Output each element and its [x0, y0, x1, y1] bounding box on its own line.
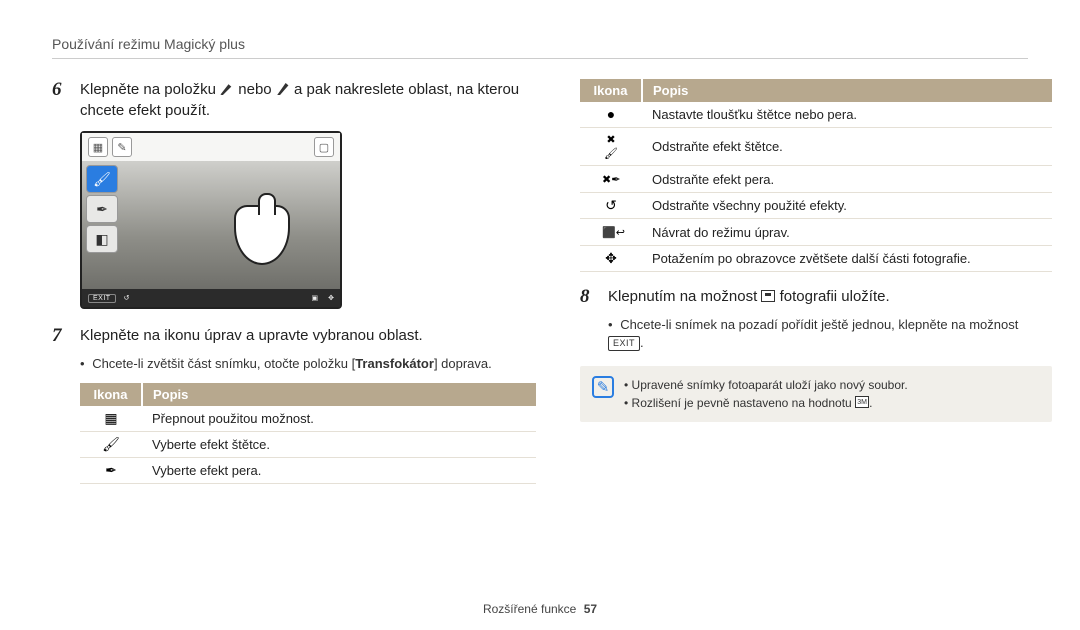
footer-section: Rozšířené funkce	[483, 602, 576, 616]
illustration-sidebar: 🖌 ✒ ◧	[86, 165, 118, 253]
table1-row1-text: Vyberte efekt štětce.	[142, 432, 536, 458]
note-line-2: Rozlišení je pevně nastaveno na hodnotu …	[624, 394, 908, 412]
icon-table-2: Ikona Popis ● Nastavte tloušťku štětce n…	[580, 79, 1052, 272]
switch-icon: ▦	[102, 411, 120, 425]
preview-icon: ▢	[314, 137, 334, 157]
content-columns: 6 Klepněte na položku nebo a pak nakresl…	[52, 79, 1028, 484]
brush-tool-icon: 🖌	[86, 165, 118, 193]
thickness-icon: ●	[602, 107, 620, 121]
resolution-icon	[855, 396, 869, 408]
switch-mode-icon: ▦	[88, 137, 108, 157]
step-6: 6 Klepněte na položku nebo a pak nakresl…	[52, 79, 536, 121]
illustration-scene	[82, 161, 340, 289]
table-row: 🖌 Vyberte efekt štětce.	[80, 432, 536, 458]
table-row: ⬛↩ Návrat do režimu úprav.	[580, 219, 1052, 246]
eraser-tool-icon: ◧	[86, 225, 118, 253]
table-row: ✖🖌 Odstraňte efekt štětce.	[580, 128, 1052, 166]
table-row: ✖✒ Odstraňte efekt pera.	[580, 166, 1052, 193]
brush-icon: 🖌	[102, 437, 120, 451]
table-row: ✒ Vyberte efekt pera.	[80, 458, 536, 484]
illustration-bottombar: EXIT ↺ ▣ ✥	[82, 289, 340, 307]
note-line-1: Upravené snímky fotoaparát uloží jako no…	[624, 376, 908, 394]
bullet8-tail: .	[640, 335, 644, 350]
table2-row0-text: Nastavte tloušťku štětce nebo pera.	[642, 102, 1052, 128]
step-7-text: Klepněte na ikonu úprav a upravte vybran…	[80, 325, 423, 347]
table-row: ✥ Potažením po obrazovce zvětšete další …	[580, 246, 1052, 272]
undo-all-icon: ↺	[602, 198, 620, 212]
step-8-number: 8	[580, 286, 598, 308]
table1-header-desc: Popis	[142, 383, 536, 406]
step-6-text-b: nebo	[238, 81, 271, 98]
move-icon: ✥	[328, 294, 334, 302]
pen-tool-icon: ✒	[86, 195, 118, 223]
table-row: ↺ Odstraňte všechny použité efekty.	[580, 193, 1052, 219]
left-column: 6 Klepněte na položku nebo a pak nakresl…	[52, 79, 536, 484]
table-row: ▦ Přepnout použitou možnost.	[80, 406, 536, 432]
remove-brush-icon: ✖🖌	[602, 133, 620, 147]
screen-illustration: ▦ ✎ ▢ 🖌 ✒ ◧ EXIT ↺ ▣ ✥	[80, 131, 342, 309]
exit-button-label: EXIT	[608, 336, 640, 351]
page-header: Používání režimu Magický plus	[52, 36, 1028, 52]
pen-icon: ✒	[102, 463, 120, 477]
footer-page-number: 57	[584, 602, 597, 616]
step-8-text: Klepnutím na možnost fotografii uložíte.	[608, 286, 890, 308]
table2-row2-text: Odstraňte efekt pera.	[642, 166, 1052, 193]
table1-row2-text: Vyberte efekt pera.	[142, 458, 536, 484]
step-8: 8 Klepnutím na možnost fotografii uložít…	[580, 286, 1052, 308]
table2-header-desc: Popis	[642, 79, 1052, 102]
undo-icon: ↺	[124, 294, 130, 302]
icon-table-1: Ikona Popis ▦ Přepnout použitou možnost.…	[80, 383, 536, 484]
table1-header-icon: Ikona	[80, 383, 142, 406]
illustration-canvas	[82, 161, 340, 289]
table2-header-icon: Ikona	[580, 79, 642, 102]
note-box: ✎ Upravené snímky fotoaparát uloží jako …	[580, 366, 1052, 422]
table2-row3-text: Odstraňte všechny použité efekty.	[642, 193, 1052, 219]
return-edit-icon: ⬛↩	[602, 226, 620, 240]
step-7-bullet: • Chcete-li zvětšit část snímku, otočte …	[80, 355, 536, 373]
edit-icon: ✎	[112, 137, 132, 157]
bullet7-a: Chcete-li zvětšit část snímku, otočte po…	[92, 356, 355, 371]
step-6-text-a: Klepněte na položku	[80, 81, 216, 98]
step-6-text: Klepněte na položku nebo a pak nakreslet…	[80, 79, 536, 121]
remove-pen-icon: ✖✒	[602, 173, 620, 187]
bullet8-text: Chcete-li snímek na pozadí pořídit ještě…	[620, 317, 1018, 332]
illustration-topbar: ▦ ✎ ▢	[82, 133, 340, 161]
step-7: 7 Klepněte na ikonu úprav a upravte vybr…	[52, 325, 536, 347]
step-8-text-a: Klepnutím na možnost	[608, 288, 757, 305]
right-column: Ikona Popis ● Nastavte tloušťku štětce n…	[580, 79, 1052, 484]
table2-row5-text: Potažením po obrazovce zvětšete další čá…	[642, 246, 1052, 272]
note-list: Upravené snímky fotoaparát uloží jako no…	[624, 376, 908, 412]
table2-row1-text: Odstraňte efekt štětce.	[642, 128, 1052, 166]
pan-icon: ✥	[602, 251, 620, 265]
note-icon: ✎	[592, 376, 614, 398]
save-icon: ▣	[312, 294, 319, 302]
page-footer: Rozšířené funkce 57	[0, 602, 1080, 616]
step-8-text-b: fotografii uložíte.	[780, 288, 890, 305]
header-divider	[52, 58, 1028, 59]
bullet7-b: ] doprava.	[434, 356, 492, 371]
brush-icon	[220, 83, 234, 95]
table-row: ● Nastavte tloušťku štětce nebo pera.	[580, 102, 1052, 128]
step-8-bullet: • Chcete-li snímek na pozadí pořídit ješ…	[608, 316, 1052, 352]
bullet7-strong: Transfokátor	[355, 356, 434, 371]
note-line-2b: .	[869, 396, 872, 410]
save-icon	[761, 290, 775, 302]
note-line-2a: Rozlišení je pevně nastaveno na hodnotu	[632, 396, 852, 410]
step-7-number: 7	[52, 325, 70, 347]
step-6-number: 6	[52, 79, 70, 121]
table1-row0-text: Přepnout použitou možnost.	[142, 406, 536, 432]
illustration-exit-button: EXIT	[88, 294, 116, 303]
pen-icon	[276, 83, 290, 95]
table2-row4-text: Návrat do režimu úprav.	[642, 219, 1052, 246]
